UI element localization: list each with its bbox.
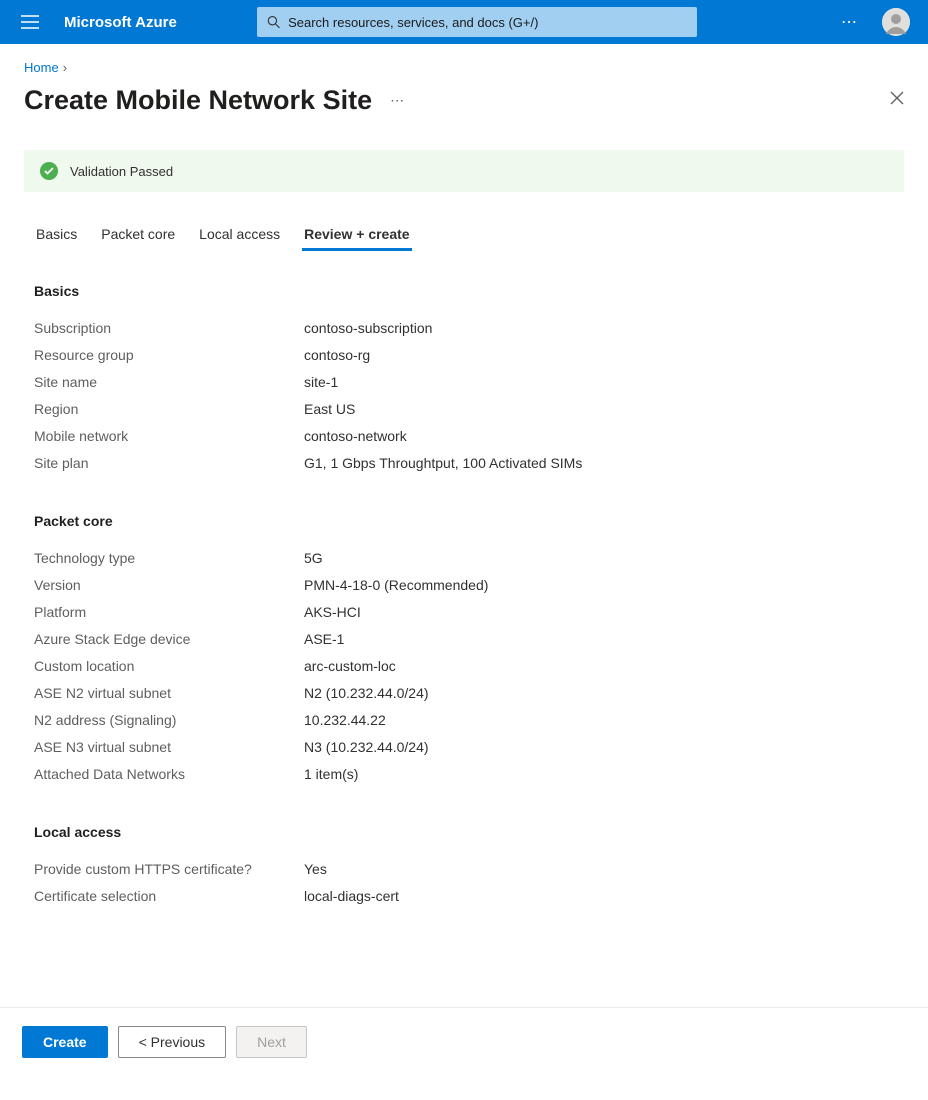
page-title-row: Create Mobile Network Site ⋯ — [24, 85, 904, 116]
row-custom-location: Custom locationarc-custom-loc — [34, 653, 904, 680]
row-platform: PlatformAKS-HCI — [34, 599, 904, 626]
value: arc-custom-loc — [304, 656, 396, 677]
brand-label: Microsoft Azure — [64, 14, 177, 31]
close-icon — [890, 91, 904, 105]
tab-packet-core[interactable]: Packet core — [99, 220, 177, 251]
value: contoso-network — [304, 426, 407, 447]
user-icon — [882, 8, 910, 36]
content: Home › Create Mobile Network Site ⋯ Vali… — [0, 44, 928, 910]
footer: Create < Previous Next — [0, 1007, 928, 1076]
search-icon — [267, 15, 280, 29]
label: N2 address (Signaling) — [34, 710, 304, 731]
section-packet-core-heading: Packet core — [34, 513, 904, 529]
row-resource-group: Resource groupcontoso-rg — [34, 342, 904, 369]
row-mobile-network: Mobile networkcontoso-network — [34, 423, 904, 450]
section-basics-heading: Basics — [34, 283, 904, 299]
value: site-1 — [304, 372, 338, 393]
label: Region — [34, 399, 304, 420]
row-site-plan: Site planG1, 1 Gbps Throughtput, 100 Act… — [34, 450, 904, 477]
label: Platform — [34, 602, 304, 623]
label: Resource group — [34, 345, 304, 366]
row-custom-https-cert: Provide custom HTTPS certificate?Yes — [34, 856, 904, 883]
section-local-access-heading: Local access — [34, 824, 904, 840]
section-local-access: Local access Provide custom HTTPS certif… — [24, 824, 904, 910]
row-n2-address: N2 address (Signaling)10.232.44.22 — [34, 707, 904, 734]
row-technology-type: Technology type5G — [34, 545, 904, 572]
label: Attached Data Networks — [34, 764, 304, 785]
close-button[interactable] — [890, 91, 904, 110]
label: Technology type — [34, 548, 304, 569]
validation-banner: Validation Passed — [24, 150, 904, 192]
row-site-name: Site namesite-1 — [34, 369, 904, 396]
label: ASE N3 virtual subnet — [34, 737, 304, 758]
label: Mobile network — [34, 426, 304, 447]
previous-button[interactable]: < Previous — [118, 1026, 227, 1058]
label: Version — [34, 575, 304, 596]
value: 5G — [304, 548, 323, 569]
chevron-right-icon: › — [63, 60, 67, 75]
topbar: Microsoft Azure ⋯ — [0, 0, 928, 44]
breadcrumb-home-link[interactable]: Home — [24, 60, 59, 75]
value: 1 item(s) — [304, 764, 358, 785]
tab-review-create[interactable]: Review + create — [302, 220, 411, 251]
validation-message: Validation Passed — [70, 164, 173, 179]
row-certificate-selection: Certificate selectionlocal-diags-cert — [34, 883, 904, 910]
user-avatar[interactable] — [882, 8, 910, 36]
create-button[interactable]: Create — [22, 1026, 108, 1058]
search-input[interactable] — [288, 15, 687, 30]
label: Site plan — [34, 453, 304, 474]
page-title: Create Mobile Network Site — [24, 85, 372, 116]
page-title-more-button[interactable]: ⋯ — [390, 92, 405, 109]
value: contoso-subscription — [304, 318, 432, 339]
value: G1, 1 Gbps Throughtput, 100 Activated SI… — [304, 453, 582, 474]
row-attached-data-networks: Attached Data Networks1 item(s) — [34, 761, 904, 788]
value: PMN-4-18-0 (Recommended) — [304, 575, 488, 596]
label: Subscription — [34, 318, 304, 339]
value: N3 (10.232.44.0/24) — [304, 737, 429, 758]
topbar-more-button[interactable]: ⋯ — [827, 12, 872, 32]
label: Custom location — [34, 656, 304, 677]
label: Certificate selection — [34, 886, 304, 907]
value: ASE-1 — [304, 629, 344, 650]
check-circle-icon — [40, 162, 58, 180]
value: Yes — [304, 859, 327, 880]
value: local-diags-cert — [304, 886, 399, 907]
label: Azure Stack Edge device — [34, 629, 304, 650]
row-subscription: Subscriptioncontoso-subscription — [34, 315, 904, 342]
search-field[interactable] — [257, 7, 697, 37]
label: Site name — [34, 372, 304, 393]
value: 10.232.44.22 — [304, 710, 386, 731]
value: N2 (10.232.44.0/24) — [304, 683, 429, 704]
value: East US — [304, 399, 355, 420]
search-wrap — [257, 7, 697, 37]
row-ase-n3-subnet: ASE N3 virtual subnetN3 (10.232.44.0/24) — [34, 734, 904, 761]
next-button: Next — [236, 1026, 307, 1058]
tab-local-access[interactable]: Local access — [197, 220, 282, 251]
row-ase-n2-subnet: ASE N2 virtual subnetN2 (10.232.44.0/24) — [34, 680, 904, 707]
row-ase-device: Azure Stack Edge deviceASE-1 — [34, 626, 904, 653]
row-version: VersionPMN-4-18-0 (Recommended) — [34, 572, 904, 599]
breadcrumb: Home › — [24, 60, 904, 75]
value: AKS-HCI — [304, 602, 361, 623]
row-region: RegionEast US — [34, 396, 904, 423]
section-packet-core: Packet core Technology type5G VersionPMN… — [24, 513, 904, 788]
section-basics: Basics Subscriptioncontoso-subscription … — [24, 283, 904, 477]
label: ASE N2 virtual subnet — [34, 683, 304, 704]
hamburger-menu-button[interactable] — [8, 0, 52, 44]
tab-basics[interactable]: Basics — [34, 220, 79, 251]
hamburger-icon — [21, 15, 39, 29]
tabs: Basics Packet core Local access Review +… — [24, 220, 904, 251]
label: Provide custom HTTPS certificate? — [34, 859, 304, 880]
value: contoso-rg — [304, 345, 370, 366]
